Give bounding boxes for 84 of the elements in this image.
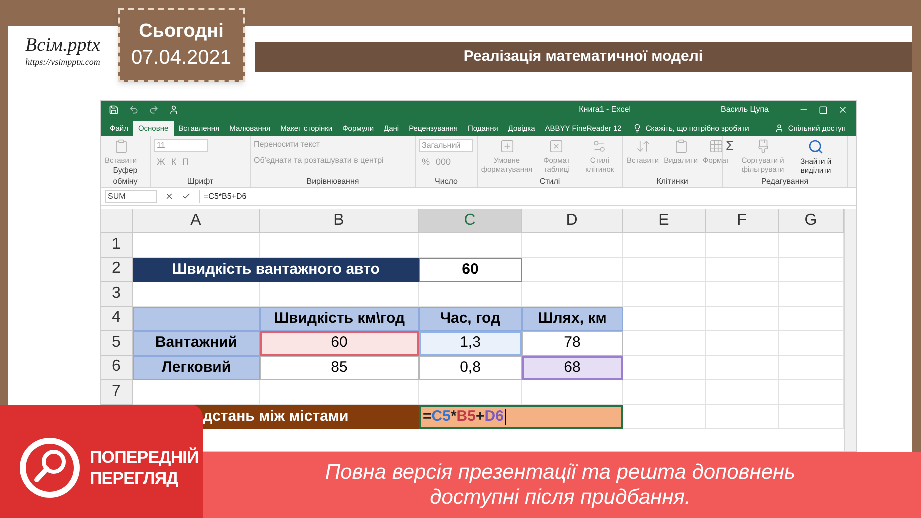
ribbon-group-label: Буфер обміну bbox=[112, 165, 139, 187]
column-header[interactable]: F bbox=[706, 209, 779, 233]
table-cell: 60 bbox=[260, 331, 419, 356]
empty-cell[interactable] bbox=[623, 258, 706, 282]
empty-cell[interactable] bbox=[706, 404, 779, 429]
ribbon-group-label: Число bbox=[434, 176, 459, 187]
empty-cell[interactable] bbox=[706, 282, 779, 306]
column-header[interactable]: B bbox=[260, 209, 419, 233]
column-header[interactable]: C bbox=[419, 209, 522, 233]
table-cell: Вантажний bbox=[133, 331, 260, 356]
vertical-scrollbar[interactable] bbox=[844, 209, 856, 451]
magnifier-icon bbox=[18, 436, 82, 500]
ribbon-tool-icon bbox=[592, 139, 608, 154]
empty-cell[interactable] bbox=[706, 356, 779, 380]
empty-cell[interactable] bbox=[623, 380, 706, 404]
ribbon-tool-icon bbox=[500, 139, 514, 154]
empty-cell[interactable] bbox=[623, 282, 706, 306]
undo-icon[interactable] bbox=[129, 105, 139, 115]
ribbon-group-label: Редагування bbox=[760, 176, 810, 187]
ribbon-group-label: Клітинки bbox=[656, 176, 690, 187]
table-cell: Шлях, км bbox=[522, 306, 623, 331]
close-icon[interactable] bbox=[838, 105, 848, 115]
empty-cell[interactable] bbox=[623, 233, 706, 258]
logo-text: Всім.pptx bbox=[26, 36, 100, 56]
table-cell: Час, год bbox=[419, 306, 522, 331]
empty-cell[interactable] bbox=[706, 258, 779, 282]
empty-cell[interactable] bbox=[706, 331, 779, 356]
ribbon-tool-icon bbox=[674, 139, 689, 154]
lightbulb-icon bbox=[632, 124, 642, 133]
banner-message: доступні після придбання. bbox=[430, 485, 691, 510]
ribbon-tool-icon bbox=[549, 139, 564, 154]
ribbon-tool-icon bbox=[636, 139, 651, 154]
window-title: Книга1 - Excel bbox=[579, 104, 631, 116]
formula-cell[interactable]: =C5*B5+D6 bbox=[419, 404, 623, 429]
column-header[interactable]: E bbox=[623, 209, 706, 233]
table-cell: Швидкість вантажного авто bbox=[133, 258, 419, 282]
banner-message: Повна версія презентації та решта доповнень bbox=[325, 460, 796, 485]
maximize-icon[interactable] bbox=[819, 106, 828, 114]
date-label: Сьогодні bbox=[139, 20, 224, 44]
empty-cell[interactable] bbox=[706, 306, 779, 331]
table-cell: 78 bbox=[522, 331, 623, 356]
slide-title-bar: Реалізація математичної моделі bbox=[255, 42, 912, 72]
empty-cell[interactable] bbox=[706, 380, 779, 404]
autosum-button[interactable]: Σ bbox=[726, 139, 734, 153]
row-header[interactable]: 6 bbox=[101, 356, 133, 380]
logo-url: https://vsimpptx.com bbox=[26, 56, 100, 69]
row-header[interactable]: 1 bbox=[101, 233, 133, 258]
user-name: Василь Цупа bbox=[720, 104, 769, 116]
row-header[interactable]: 4 bbox=[101, 306, 133, 331]
row-header[interactable]: 5 bbox=[101, 331, 133, 356]
ribbon-group-label: Стилі bbox=[538, 176, 562, 187]
table-cell: 85 bbox=[260, 356, 419, 380]
badge-text: ПОПЕРЕДНІЙ bbox=[90, 446, 199, 468]
enter-icon[interactable] bbox=[182, 192, 191, 201]
ribbon-tool-icon bbox=[756, 139, 771, 154]
name-box[interactable]: SUM bbox=[105, 190, 157, 203]
column-header[interactable]: A bbox=[133, 209, 260, 233]
cancel-icon[interactable] bbox=[165, 192, 174, 201]
badge-text: ПЕРЕГЛЯД bbox=[90, 468, 180, 488]
row-header[interactable]: 2 bbox=[101, 258, 133, 282]
row-header[interactable]: 7 bbox=[101, 380, 133, 404]
column-header[interactable]: D bbox=[522, 209, 623, 233]
table-cell: 1,3 bbox=[419, 331, 522, 356]
empty-cell[interactable] bbox=[706, 233, 779, 258]
table-cell: 0,8 bbox=[419, 356, 522, 380]
column-header[interactable]: G bbox=[779, 209, 844, 233]
save-icon[interactable] bbox=[109, 105, 119, 115]
ribbon-tool-icon bbox=[114, 139, 129, 154]
date-text: 07.04.2021 bbox=[131, 46, 232, 71]
table-cell: Легковий bbox=[133, 356, 260, 380]
person-icon bbox=[775, 124, 784, 133]
select-all-corner[interactable] bbox=[101, 209, 133, 233]
table-cell: 60 bbox=[419, 258, 522, 282]
search-icon bbox=[808, 139, 824, 155]
row-header[interactable]: 3 bbox=[101, 282, 133, 306]
formula-field[interactable]: =C5*B5+D6 bbox=[199, 190, 852, 203]
ribbon-group-label: Вирівнювання bbox=[306, 176, 360, 187]
empty-cell[interactable] bbox=[522, 233, 623, 258]
redo-icon[interactable] bbox=[149, 105, 159, 115]
table-cell: 68 bbox=[522, 356, 623, 380]
user-icon[interactable] bbox=[169, 105, 179, 115]
table-cell: Швидкість км\год bbox=[260, 306, 419, 331]
ribbon-group-label: Шрифт bbox=[186, 176, 215, 187]
ribbon-tool-icon bbox=[708, 139, 724, 154]
